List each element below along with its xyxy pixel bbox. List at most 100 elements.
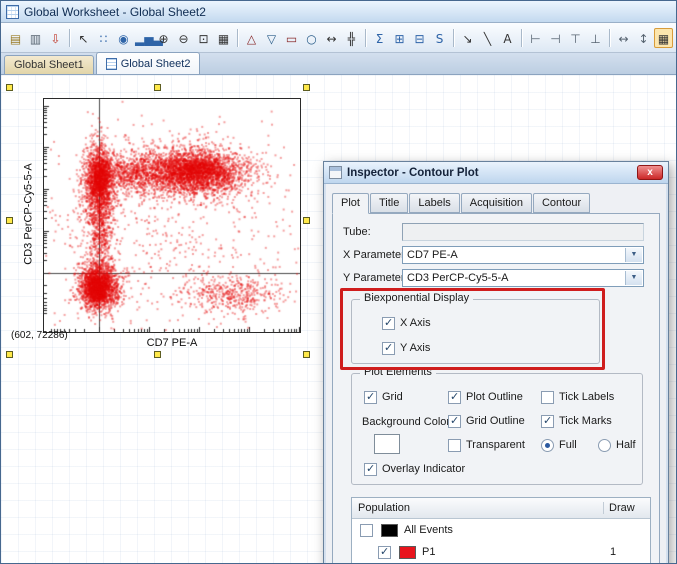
biexponential-editor-icon[interactable]: S — [430, 28, 449, 48]
population-row-all-events[interactable]: All Events — [352, 519, 650, 541]
zoom-fit-icon[interactable]: ⊡ — [194, 28, 213, 48]
contour-plot-icon[interactable]: ◉ — [114, 28, 133, 48]
tab-plot[interactable]: Plot — [332, 193, 369, 214]
select-tool-icon[interactable]: ↖ — [74, 28, 93, 48]
plot-x-axis-label: CD7 PE-A — [43, 337, 301, 349]
align-top-icon[interactable]: ⊤ — [566, 28, 585, 48]
ellipse-gate-icon[interactable]: ○ — [302, 28, 321, 48]
population-table-body: All EventsP11 — [352, 519, 650, 563]
selection-handle-top-left[interactable] — [6, 84, 13, 91]
x-parameter-value: CD7 PE-A — [407, 249, 458, 261]
page-layout-icon[interactable]: ▦ — [214, 28, 233, 48]
arrow-tool-icon[interactable]: ↘ — [458, 28, 477, 48]
transparent-checkbox[interactable] — [448, 439, 461, 452]
polygon-gate-icon[interactable]: △ — [242, 28, 261, 48]
transparent-option[interactable]: Transparent — [448, 438, 525, 452]
population-color-swatch[interactable] — [399, 546, 416, 559]
histogram-icon[interactable]: ▂▅▃ — [134, 28, 153, 48]
align-right-icon[interactable]: ⊣ — [546, 28, 565, 48]
chevron-down-icon[interactable]: ▼ — [625, 271, 642, 285]
tick-labels-option[interactable]: Tick Labels — [541, 390, 614, 404]
plot-outline-option[interactable]: Plot Outline — [448, 390, 523, 404]
background-color-swatch[interactable] — [374, 434, 400, 454]
snap-to-grid-icon[interactable]: ▦ — [654, 28, 673, 48]
chevron-down-icon[interactable]: ▼ — [625, 248, 642, 262]
x-axis-checkbox[interactable] — [382, 317, 395, 330]
tick-marks-checkbox[interactable] — [541, 415, 554, 428]
tab-acquisition[interactable]: Acquisition — [461, 193, 532, 213]
tube-field[interactable] — [402, 223, 644, 241]
inspector-icon — [329, 166, 342, 179]
overlay-indicator-checkbox-label: Overlay Indicator — [382, 463, 465, 475]
zoom-out-icon[interactable]: ⊖ — [174, 28, 193, 48]
half-option[interactable]: Half — [598, 438, 636, 452]
plot-outline-checkbox[interactable] — [448, 391, 461, 404]
population-row-p1[interactable]: P11 — [352, 541, 650, 563]
tick-marks-option[interactable]: Tick Marks — [541, 414, 612, 428]
align-left-icon[interactable]: ⊢ — [526, 28, 545, 48]
tab-title[interactable]: Title — [370, 193, 408, 213]
y-axis-option[interactable]: Y Axis — [382, 341, 430, 355]
tab-global-sheet1[interactable]: Global Sheet1 — [4, 55, 94, 74]
line-tool-icon[interactable]: ╲ — [478, 28, 497, 48]
x-parameter-combobox[interactable]: CD7 PE-A ▼ — [402, 246, 644, 264]
match-height-icon[interactable]: ↕ — [634, 28, 653, 48]
tab-labels[interactable]: Labels — [409, 193, 459, 213]
y-parameter-combobox[interactable]: CD3 PerCP-Cy5-5-A ▼ — [402, 269, 644, 287]
selection-handle-middle-left[interactable] — [6, 217, 13, 224]
selection-handle-middle-right[interactable] — [303, 217, 310, 224]
population-visibility-checkbox[interactable] — [360, 524, 373, 537]
half-radio[interactable] — [598, 439, 611, 452]
worksheet-area[interactable]: CD3 PerCP-Cy5-5-A (602, 72286) CD7 PE-A … — [1, 75, 676, 563]
text-tool-icon[interactable]: A — [498, 28, 517, 48]
export-pdf-icon[interactable]: ⇩ — [46, 28, 65, 48]
y-axis-checkbox[interactable] — [382, 342, 395, 355]
contour-plot-object[interactable]: CD3 PerCP-Cy5-5-A (602, 72286) CD7 PE-A — [9, 87, 307, 355]
grid-outline-checkbox[interactable] — [448, 415, 461, 428]
selection-handle-top-middle[interactable] — [154, 84, 161, 91]
selection-handle-bottom-left[interactable] — [6, 351, 13, 358]
grid-option[interactable]: Grid — [364, 390, 403, 404]
grid-outline-option[interactable]: Grid Outline — [448, 414, 525, 428]
overlay-indicator-checkbox[interactable] — [364, 463, 377, 476]
contour-plot-canvas[interactable] — [43, 98, 301, 333]
batch-analysis-icon[interactable]: ⊟ — [410, 28, 429, 48]
interval-gate-icon[interactable]: ↔ — [322, 28, 341, 48]
dot-plot-icon[interactable]: ∷ — [94, 28, 113, 48]
overlay-indicator-option[interactable]: Overlay Indicator — [364, 462, 465, 476]
selection-handle-top-right[interactable] — [303, 84, 310, 91]
new-worksheet-icon[interactable]: ▤ — [6, 28, 25, 48]
close-button[interactable]: x — [637, 165, 663, 180]
statistics-view-icon[interactable]: Σ — [370, 28, 389, 48]
snap-polygon-gate-icon[interactable]: ▽ — [262, 28, 281, 48]
population-hierarchy-icon[interactable]: ⊞ — [390, 28, 409, 48]
rectangle-gate-icon[interactable]: ▭ — [282, 28, 301, 48]
align-bottom-icon[interactable]: ⊥ — [586, 28, 605, 48]
selection-handle-bottom-right[interactable] — [303, 351, 310, 358]
plot-outline-checkbox-label: Plot Outline — [466, 391, 523, 403]
full-radio[interactable] — [541, 439, 554, 452]
tab-contour[interactable]: Contour — [533, 193, 590, 213]
full-option[interactable]: Full — [541, 438, 577, 452]
match-width-icon[interactable]: ↔ — [614, 28, 633, 48]
print-icon[interactable]: ▥ — [26, 28, 45, 48]
window-title: Global Worksheet - Global Sheet2 — [24, 5, 206, 19]
inspector-titlebar[interactable]: Inspector - Contour Plot x — [324, 162, 668, 184]
toolbar-separator — [609, 29, 610, 47]
quadrant-gate-icon[interactable]: ╬ — [342, 28, 361, 48]
sheet-tabs: Global Sheet1 Global Sheet2 — [1, 53, 676, 75]
population-name: P1 — [422, 546, 435, 558]
inspector-dialog: Inspector - Contour Plot x PlotTitleLabe… — [323, 161, 669, 564]
grid-checkbox[interactable] — [364, 391, 377, 404]
tick-labels-checkbox[interactable] — [541, 391, 554, 404]
selection-handle-bottom-middle[interactable] — [154, 351, 161, 358]
population-table-header: Population Draw — [352, 498, 650, 519]
population-visibility-checkbox[interactable] — [378, 546, 391, 559]
tab-global-sheet2[interactable]: Global Sheet2 — [96, 52, 201, 74]
zoom-in-icon[interactable]: ⊕ — [154, 28, 173, 48]
tab-label: Global Sheet2 — [121, 58, 191, 70]
half-radio-label: Half — [616, 439, 636, 451]
population-color-swatch[interactable] — [381, 524, 398, 537]
x-axis-option[interactable]: X Axis — [382, 316, 431, 330]
full-radio-label: Full — [559, 439, 577, 451]
